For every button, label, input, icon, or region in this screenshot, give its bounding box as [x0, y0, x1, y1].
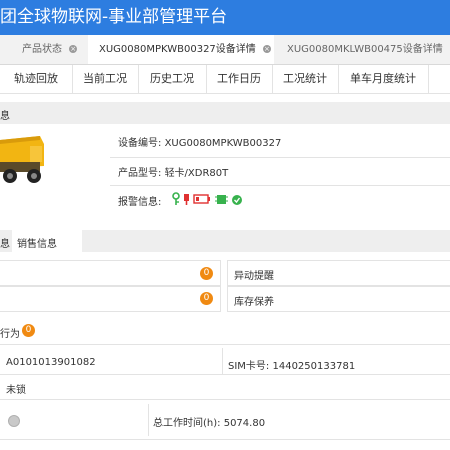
- device-info-section-header: 息: [0, 102, 450, 124]
- tab-product-status[interactable]: 产品状态 ×: [0, 35, 88, 64]
- divider: [0, 344, 450, 345]
- subnav-monthly-stats[interactable]: 单车月度统计: [338, 65, 429, 93]
- serial-number-label: 设备编号:: [118, 138, 162, 149]
- section-tab-sales-label: 销售信息: [17, 239, 57, 250]
- model-label: 产品型号:: [118, 168, 162, 179]
- stats-row-2-right[interactable]: 库存保养: [227, 286, 450, 312]
- alarm-label: 报警信息:: [118, 197, 162, 208]
- section-tab-info[interactable]: 息: [0, 235, 10, 250]
- truck-image: [0, 132, 46, 190]
- divider: [222, 348, 223, 374]
- section-tab-sales[interactable]: 销售信息: [12, 230, 82, 252]
- alarm-icons: [171, 191, 247, 205]
- stats-row-2-left[interactable]: 0: [0, 286, 221, 312]
- sim-row: SIM卡号: 1440250133781: [228, 357, 355, 372]
- work-time-value: 5074.80: [223, 418, 266, 429]
- tab-device-detail-475[interactable]: XUG0080MKLWB00475设备详情 ×: [274, 35, 450, 64]
- tab-strip: 产品状态 × XUG0080MPKWB00327设备详情 × XUG0080MK…: [0, 35, 450, 65]
- key-icon: [172, 192, 180, 205]
- tab-device-detail-327[interactable]: XUG0080MPKWB00327设备详情 ×: [88, 35, 274, 64]
- stats-row-1-left[interactable]: 0: [0, 260, 221, 286]
- sim-value: 1440250133781: [272, 361, 356, 372]
- sales-section-header: 息 销售信息: [0, 230, 450, 252]
- sim-label: SIM卡号:: [228, 361, 270, 372]
- divider: [110, 185, 450, 186]
- battery-icon: [193, 194, 210, 204]
- divider: [110, 157, 450, 158]
- close-icon[interactable]: ×: [262, 45, 271, 53]
- divider: [148, 404, 149, 436]
- stats-row-2-badge: 0: [200, 292, 213, 305]
- lock-status-value: 未锁: [6, 385, 26, 396]
- work-time-row: 总工作时间(h): 5074.80: [153, 414, 265, 429]
- abnormal-alert-label: 异动提醒: [234, 271, 274, 282]
- chip-icon: [215, 195, 228, 204]
- tab-product-status-label: 产品状态: [22, 44, 62, 55]
- divider: [0, 374, 450, 375]
- model-value: 轻卡/XDR80T: [164, 168, 229, 179]
- close-icon[interactable]: ×: [69, 45, 78, 53]
- model-row: 产品型号: 轻卡/XDR80T: [118, 164, 228, 179]
- divider: [0, 399, 450, 400]
- serial-number-row: 设备编号: XUG0080MPKWB00327: [118, 134, 281, 149]
- subnav-track-playback[interactable]: 轨迹回放: [0, 65, 73, 93]
- stats-row-1-badge: 0: [200, 267, 213, 280]
- sub-navigation: 轨迹回放 当前工况 历史工况 工作日历 工况统计 单车月度统计: [0, 65, 450, 94]
- app-header: 团全球物联网-事业部管理平台: [0, 0, 450, 35]
- check-status-icon: [232, 195, 242, 205]
- behavior-badge: 0: [22, 324, 35, 337]
- subnav-condition-stats[interactable]: 工况统计: [272, 65, 339, 93]
- status-indicator-icon: [8, 415, 20, 427]
- inventory-maintenance-label: 库存保养: [234, 297, 274, 308]
- behavior-label: 行为: [0, 329, 20, 340]
- work-time-label: 总工作时间(h):: [153, 418, 221, 429]
- app-title: 团全球物联网-事业部管理平台: [0, 7, 228, 27]
- tab-device-detail-327-label: XUG0080MPKWB00327设备详情: [99, 44, 256, 55]
- subnav-work-calendar[interactable]: 工作日历: [206, 65, 273, 93]
- subnav-current-condition[interactable]: 当前工况: [72, 65, 139, 93]
- device-info-section-title: 息: [0, 111, 10, 122]
- stats-row-1-right[interactable]: 异动提醒: [227, 260, 450, 286]
- serial-number-value: XUG0080MPKWB00327: [164, 138, 282, 149]
- device-code-value: A0101013901082: [6, 357, 96, 368]
- tab-device-detail-475-label: XUG0080MKLWB00475设备详情: [287, 44, 443, 55]
- subnav-history-condition[interactable]: 历史工况: [138, 65, 207, 93]
- divider: [0, 439, 450, 440]
- plug-icon: [184, 194, 189, 205]
